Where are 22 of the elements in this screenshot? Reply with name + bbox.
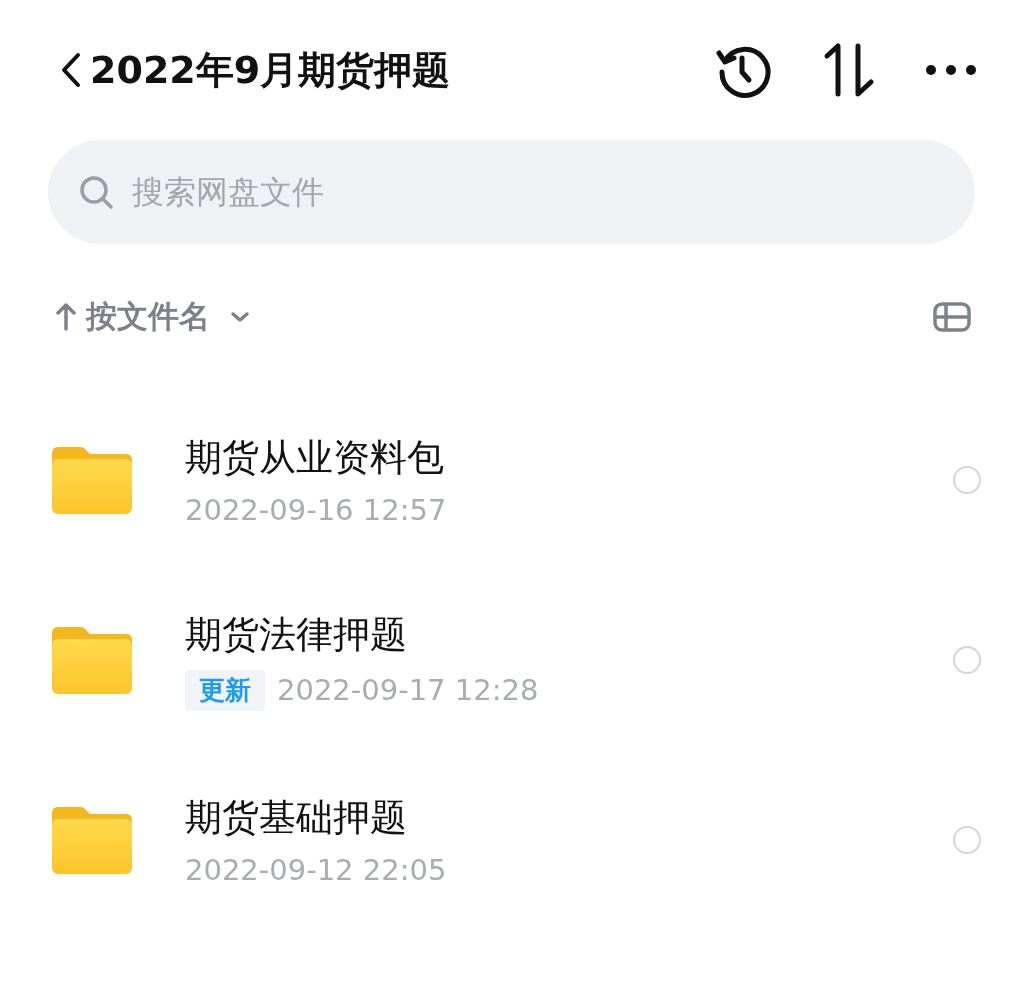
more-icon[interactable] — [925, 64, 977, 76]
folder-name[interactable]: 期货从业资料包 — [185, 433, 953, 483]
modified-date: 2022-09-12 22:05 — [185, 853, 447, 887]
page-title: 2022年9月期货押题 — [90, 46, 452, 94]
folder-icon — [52, 445, 132, 515]
sort-label[interactable]: 按文件名 — [86, 296, 210, 338]
select-radio[interactable] — [953, 826, 981, 854]
folder-name[interactable]: 期货基础押题 — [185, 793, 953, 843]
arrow-up-icon[interactable] — [56, 303, 76, 331]
view-toggle-icon[interactable] — [933, 302, 971, 332]
search-field[interactable]: 搜索网盘文件 — [48, 140, 975, 244]
select-radio[interactable] — [953, 466, 981, 494]
modified-date: 2022-09-17 12:28 — [277, 673, 539, 707]
modified-date: 2022-09-16 12:57 — [185, 493, 447, 527]
sort-icon[interactable] — [823, 42, 875, 98]
folder-icon — [52, 805, 132, 875]
update-tag: 更新 — [185, 669, 265, 711]
select-radio[interactable] — [953, 646, 981, 674]
chevron-down-icon[interactable] — [230, 311, 250, 323]
folder-icon — [52, 625, 132, 695]
folder-name[interactable]: 期货法律押题 — [185, 609, 953, 660]
back-icon[interactable] — [60, 52, 82, 88]
